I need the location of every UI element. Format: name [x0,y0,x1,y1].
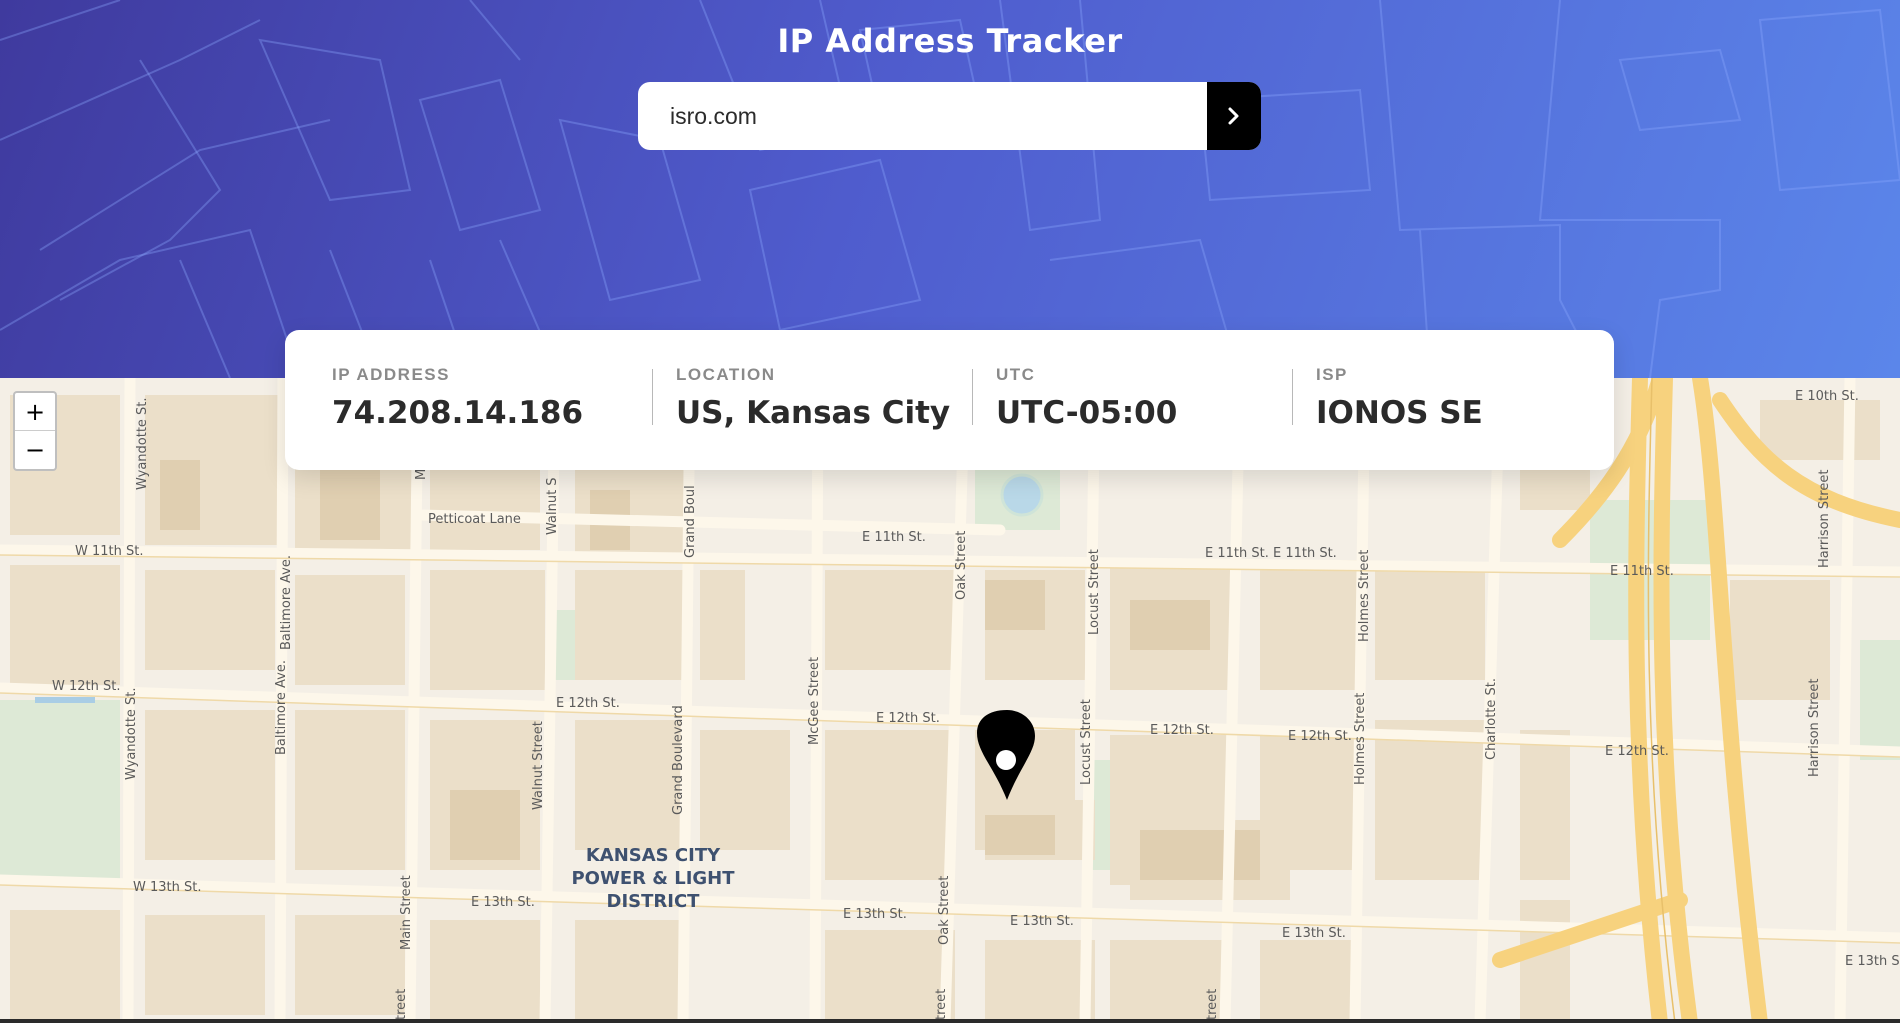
street-label-charlotte: Charlotte St. [1484,678,1499,760]
header-banner: IP Address Tracker [0,0,1900,378]
location-label: LOCATION [676,365,776,384]
street-label-w12th: W 12th St. [52,679,120,694]
info-ip-address: IP ADDRESS 74.208.14.186 [332,365,652,470]
street-label-wyandotte-b: Wyandotte St. [124,687,139,780]
zoom-in-button[interactable]: + [15,393,55,430]
street-label-e11th-c: E 11th St. [1610,564,1674,579]
street-label-wyandotte-a: Wyandotte St. [135,397,150,490]
district-label-line-1: KANSAS CITY [586,845,721,866]
info-isp: ISP IONOS SE [1292,365,1612,470]
utc-value: UTC-05:00 [996,395,1178,431]
street-label-baltimore-a: Baltimore Ave. [279,555,294,650]
street-label-e13th-b: E 13th St. [843,907,907,922]
street-label-e12th-e: E 12th St. [1605,744,1669,759]
ip-address-value: 74.208.14.186 [332,395,584,431]
chevron-right-icon [1228,107,1239,125]
street-label-e13th-d: E 13th St. [1282,926,1346,941]
street-label-e12th-c: E 12th St. [1150,723,1214,738]
street-label-e12th-d: E 12th St. [1288,729,1352,744]
search-submit-button[interactable] [1207,82,1261,150]
street-label-holmes-b: Holmes Street [1353,693,1368,785]
street-label-e11th-b: E 11th St. E 11th St. [1205,546,1337,561]
district-label-line-3: DISTRICT [607,891,701,912]
street-label-locust-b: Locust Street [1079,699,1094,785]
zoom-control: + − [13,391,57,471]
street-label-walnut-a: Walnut S [545,477,560,535]
utc-label: UTC [996,365,1036,384]
street-label-holmes-a: Holmes Street [1357,550,1372,642]
street-label-walnut-b: Walnut Street [531,721,546,810]
street-label-e13th-c: E 13th St. [1010,914,1074,929]
street-label-oak-b: Oak Street [937,876,952,945]
isp-value: IONOS SE [1316,395,1483,431]
street-label-e13th-a: E 13th St. [471,895,535,910]
street-label-grand-a: Grand Boul [683,485,698,558]
street-label-oak-a: Oak Street [954,531,969,600]
street-label-oak-c: treet [934,989,949,1020]
page-title: IP Address Tracker [777,22,1123,60]
street-label-e10th: E 10th St. [1795,389,1859,404]
info-location: LOCATION US, Kansas City [652,365,972,470]
street-label-harrison-b: Harrison Street [1807,679,1822,777]
map-tiles[interactable]: E 10th St. W 11th St. E 11th St. E 11th … [0,378,1900,1023]
search-input[interactable] [638,82,1207,150]
street-label-e13th-e: E 13th S [1845,954,1900,969]
search-bar [638,82,1261,150]
street-label-main-b: Main Street [399,875,414,950]
ip-address-label: IP ADDRESS [332,365,450,384]
map-view[interactable]: E 10th St. W 11th St. E 11th St. E 11th … [0,378,1900,1023]
street-label-main-a: M [414,469,429,480]
street-label-e12th-a: E 12th St. [556,696,620,711]
window-bottom-edge [0,1019,1900,1023]
street-label-w11th: W 11th St. [75,544,143,559]
street-label-grand-b: Grand Boulevard [671,705,686,815]
street-label-main-c: treet [394,989,409,1020]
street-label-locust-a: Locust Street [1087,549,1102,635]
location-value: US, Kansas City [676,395,951,431]
street-label-w13th: W 13th St. [133,880,201,895]
isp-label: ISP [1316,365,1348,384]
zoom-out-button[interactable]: − [15,430,55,468]
info-utc: UTC UTC-05:00 [972,365,1292,470]
street-label-e11th-a: E 11th St. [862,530,926,545]
info-card: IP ADDRESS 74.208.14.186 LOCATION US, Ka… [285,330,1614,470]
street-label-e12th-b: E 12th St. [876,711,940,726]
district-label-line-2: POWER & LIGHT [571,868,735,889]
street-label-baltimore-b: Baltimore Ave. [274,660,289,755]
street-label-mcgee: McGee Street [807,657,822,745]
street-label-petticoat: Petticoat Lane [428,512,521,527]
street-label-harrison-a: Harrison Street [1817,470,1832,568]
street-label-locust-c: treet [1205,989,1220,1020]
